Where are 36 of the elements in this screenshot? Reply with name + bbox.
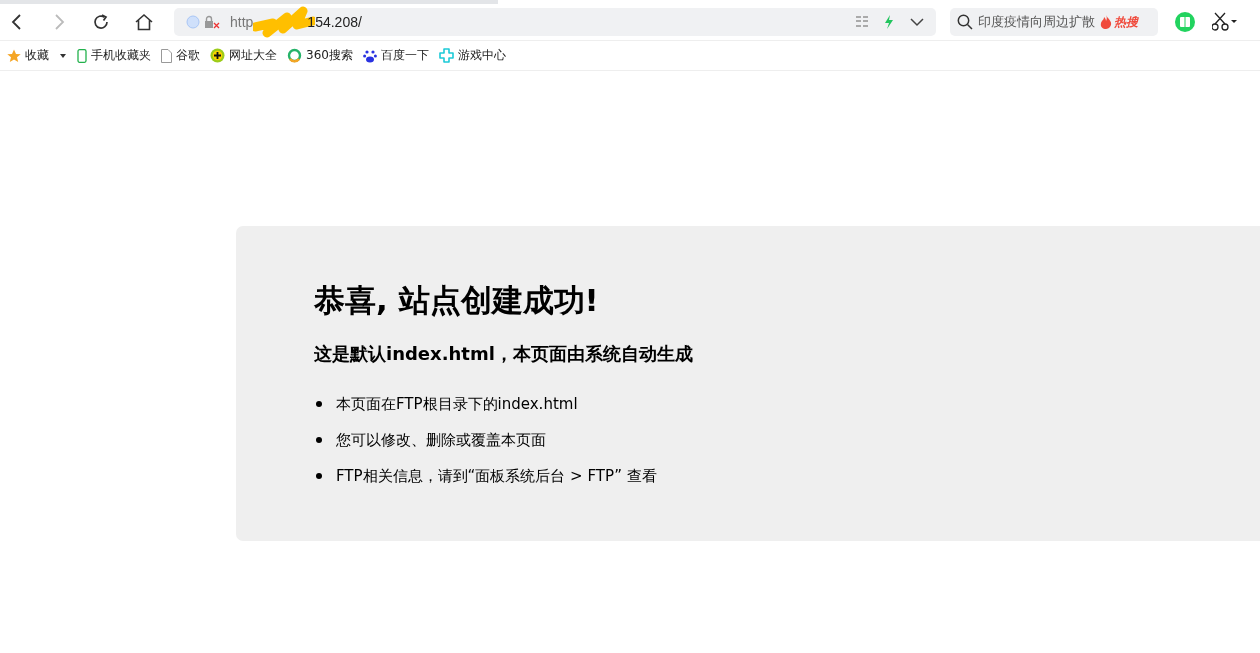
phone-icon: [77, 48, 87, 63]
list-item-text: FTP相关信息，请到“面板系统后台 > FTP” 查看: [336, 466, 657, 486]
bookmark-item[interactable]: 网址大全: [210, 47, 277, 64]
star-icon: [7, 48, 21, 63]
search-icon: [957, 14, 973, 30]
bookmark-item[interactable]: 游戏中心: [438, 47, 506, 64]
bullet-icon: [316, 401, 322, 407]
ring-icon: [287, 48, 302, 63]
insecure-lock-icon: [204, 15, 220, 29]
dropdown-arrow-icon[interactable]: [59, 52, 67, 59]
bullet-icon: [316, 473, 322, 479]
bookmark-item[interactable]: 手机收藏夹: [77, 47, 151, 64]
list-item-text: 本页面在FTP根目录下的index.html: [336, 394, 578, 414]
globe-icon: [186, 15, 200, 29]
home-icon[interactable]: [134, 13, 154, 31]
page-title: 恭喜, 站点创建成功!: [314, 281, 600, 320]
url-text: http: [230, 14, 254, 30]
scissors-icon[interactable]: [1212, 12, 1238, 32]
game-icon: [438, 48, 454, 63]
page-subtitle: 这是默认index.html，本页面由系统自动生成: [314, 342, 694, 366]
bookmark-item[interactable]: 谷歌: [161, 47, 200, 64]
bookmark-item[interactable]: 百度一下: [362, 47, 429, 64]
search-suggestion: 印度疫情向周边扩散: [978, 13, 1095, 31]
hot-search-label: 热搜: [1114, 13, 1138, 31]
paw-icon: [362, 48, 377, 63]
flame-icon: [1100, 15, 1112, 29]
search-field[interactable]: 印度疫情向周边扩散 热搜: [950, 8, 1158, 36]
reload-icon[interactable]: [92, 13, 110, 31]
bookmark-item[interactable]: 360搜索: [287, 47, 353, 64]
list-item-text: 您可以修改、删除或覆盖本页面: [336, 430, 546, 450]
bullet-icon: [316, 437, 322, 443]
bookmark-item[interactable]: 收藏: [7, 47, 49, 64]
page-icon: [161, 48, 172, 63]
chevron-down-icon[interactable]: [910, 17, 924, 27]
plus-circle-icon: [210, 48, 225, 63]
back-icon[interactable]: [10, 13, 24, 31]
